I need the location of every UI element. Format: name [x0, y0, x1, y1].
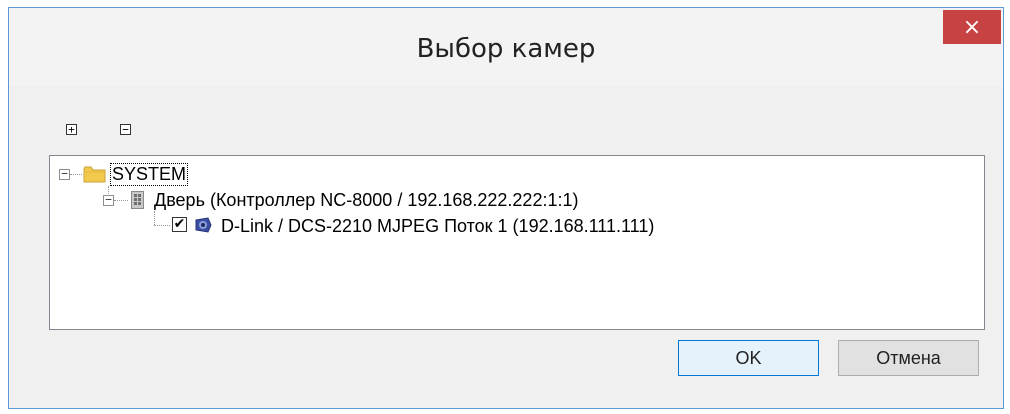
tree-connector: [70, 174, 82, 175]
tree-node-door[interactable]: Дверь (Контроллер NC-8000 / 192.168.222.…: [154, 190, 578, 211]
root-collapse-toggle[interactable]: −: [59, 168, 70, 180]
tree-node-system[interactable]: SYSTEM: [109, 163, 189, 186]
camera-select-dialog: Выбор камер × + − − SYSTEM − Дверь (Конт…: [8, 7, 1004, 409]
tree-node-camera[interactable]: D-Link / DCS-2210 MJPEG Поток 1 (192.168…: [221, 216, 654, 237]
collapse-all-button[interactable]: −: [120, 124, 131, 135]
dialog-title: Выбор камер: [416, 34, 596, 64]
title-bar: Выбор камер ×: [9, 8, 1003, 86]
close-button[interactable]: ×: [943, 10, 1001, 44]
cancel-button[interactable]: Отмена: [838, 340, 979, 376]
tree-connector: [154, 211, 155, 225]
camera-checkbox[interactable]: ✔: [172, 217, 187, 232]
close-icon: ×: [962, 14, 982, 40]
ok-button[interactable]: OK: [678, 340, 819, 376]
camera-icon: [195, 217, 212, 233]
door-collapse-toggle[interactable]: −: [103, 194, 114, 206]
door-icon: [131, 191, 144, 209]
camera-tree[interactable]: − SYSTEM − Дверь (Контроллер NC-8000 / 1…: [49, 155, 985, 330]
tree-connector: [114, 200, 128, 201]
expand-all-button[interactable]: +: [66, 124, 77, 135]
tree-connector: [154, 225, 170, 226]
folder-icon: [83, 166, 106, 183]
